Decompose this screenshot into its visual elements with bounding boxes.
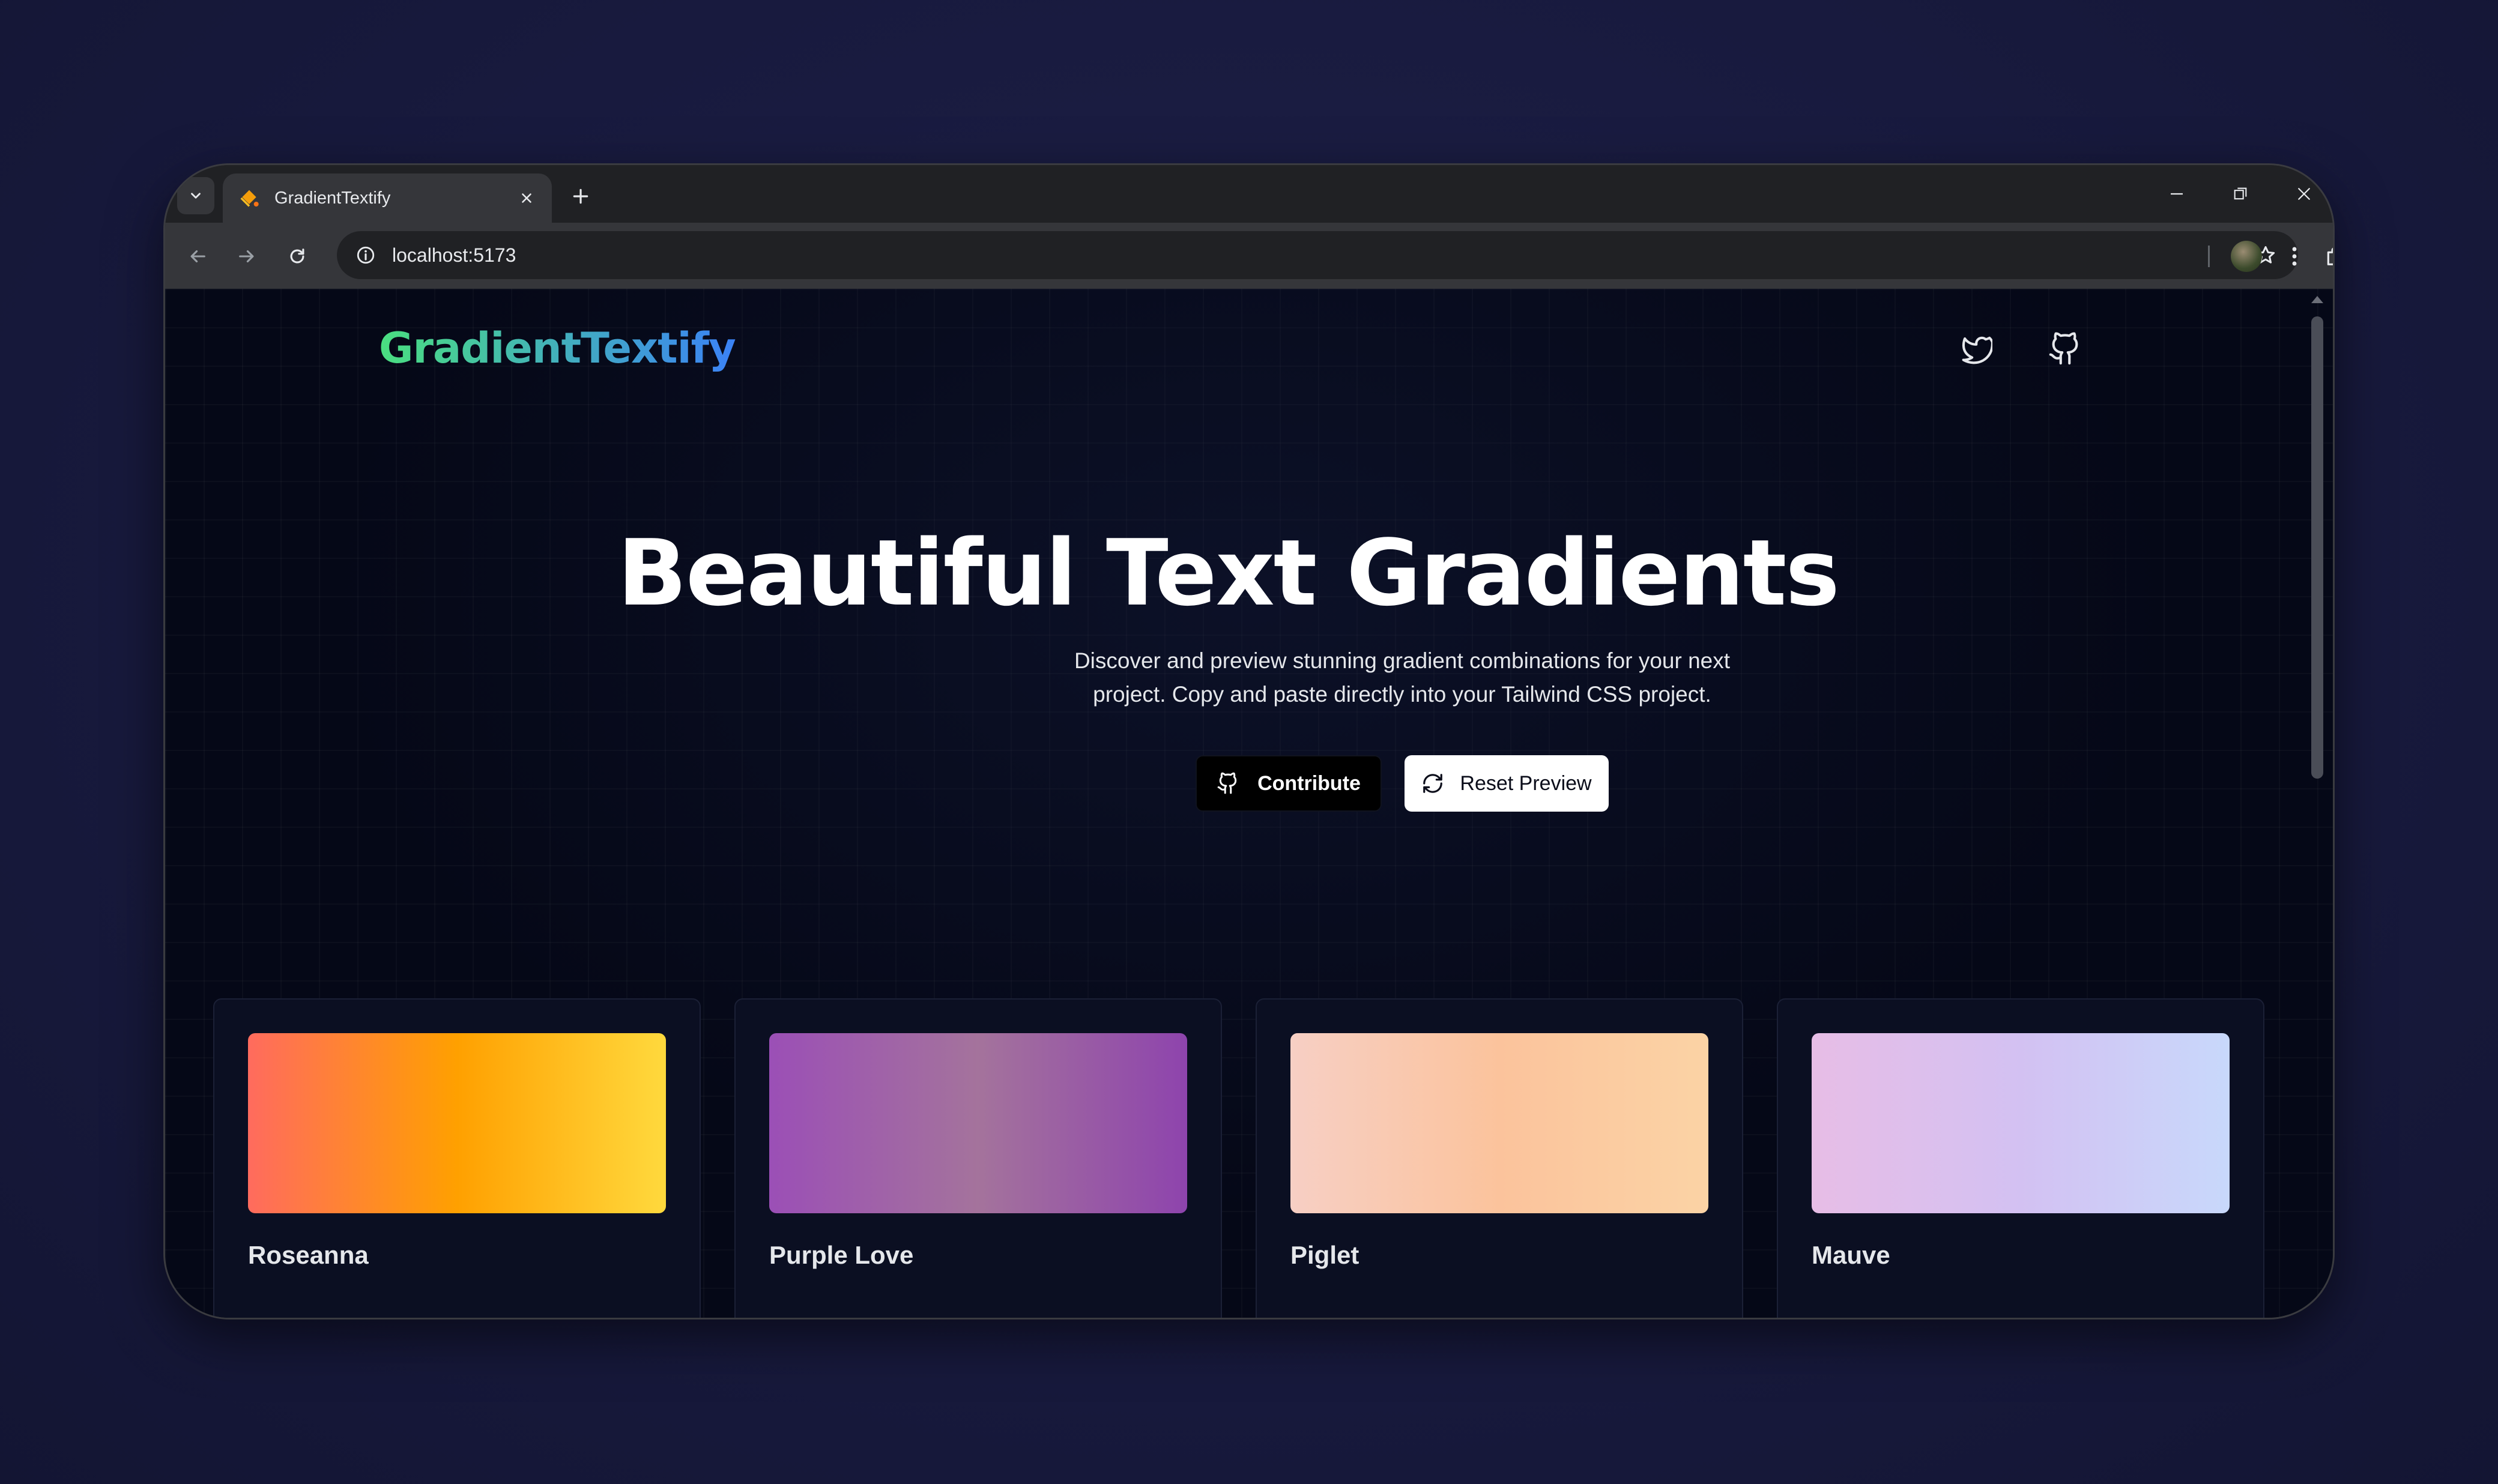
minimize-icon: [2171, 193, 2183, 195]
page-viewport: GradientTextify Beautiful Text Gradients…: [165, 289, 2333, 1318]
reload-button[interactable]: [278, 237, 316, 276]
gradient-name: Roseanna: [248, 1241, 369, 1269]
close-icon: [2298, 188, 2310, 200]
tab-title: GradientTextify: [274, 188, 391, 208]
contribute-button[interactable]: Contribute: [1196, 755, 1382, 812]
new-tab-button[interactable]: [564, 179, 597, 213]
hero-subtitle-line: project. Copy and paste directly into yo…: [1093, 682, 1711, 707]
twitter-icon: [1962, 336, 1992, 364]
hero-title: Beautiful Text Gradients: [617, 520, 1840, 626]
browser-window: GradientTextify localhost:5173 GradientT…: [163, 163, 2335, 1320]
reload-icon: [290, 249, 304, 264]
github-icon: [1217, 772, 1239, 795]
paint-bucket-icon: [237, 186, 261, 210]
reset-preview-label: Reset Preview: [1460, 771, 1592, 795]
tab-search-icon[interactable]: [177, 177, 214, 214]
page-scrollbar[interactable]: [2308, 292, 2326, 1318]
forward-icon: [239, 250, 254, 263]
gradient-card[interactable]: Purple Love: [734, 998, 1222, 1318]
gradient-swatch[interactable]: [1812, 1033, 2230, 1213]
close-window-button[interactable]: [2274, 176, 2333, 212]
url-text: localhost:5173: [392, 244, 516, 266]
address-bar[interactable]: localhost:5173: [337, 231, 2298, 279]
hero-subtitle: Discover and preview stunning gradient c…: [1048, 644, 1756, 711]
site-logo[interactable]: GradientTextify: [379, 324, 736, 373]
avatar[interactable]: [2231, 241, 2262, 272]
github-link[interactable]: [2043, 327, 2087, 370]
twitter-link[interactable]: [1953, 327, 1997, 370]
gradient-swatch[interactable]: [1290, 1033, 1708, 1213]
tab-gradienttextify[interactable]: GradientTextify: [223, 173, 552, 223]
kebab-menu-icon[interactable]: [2279, 237, 2310, 276]
scroll-up-arrow[interactable]: [2311, 296, 2323, 303]
gradient-card[interactable]: Mauve: [1777, 998, 2264, 1318]
reset-preview-button[interactable]: Reset Preview: [1405, 755, 1609, 812]
extensions-icon[interactable]: [2316, 237, 2333, 276]
scroll-thumb[interactable]: [2311, 316, 2323, 779]
info-icon[interactable]: [352, 242, 379, 268]
gradient-card[interactable]: Piglet: [1256, 998, 1743, 1318]
gradient-name: Purple Love: [769, 1241, 914, 1269]
github-icon: [2049, 332, 2078, 365]
back-button[interactable]: [178, 237, 217, 276]
minimize-button[interactable]: [2147, 176, 2207, 212]
contribute-label: Contribute: [1257, 771, 1361, 795]
gradient-swatch[interactable]: [248, 1033, 666, 1213]
gradient-name: Piglet: [1290, 1241, 1359, 1269]
tab-strip: GradientTextify: [165, 165, 2333, 223]
gradient-card[interactable]: Roseanna: [213, 998, 701, 1318]
restore-icon: [2234, 187, 2247, 200]
toolbar-divider: [2208, 246, 2210, 267]
gradient-name: Mauve: [1812, 1241, 1890, 1269]
close-icon[interactable]: [516, 187, 537, 209]
gradient-swatch[interactable]: [769, 1033, 1187, 1213]
hero-subtitle-line: Discover and preview stunning gradient c…: [1074, 648, 1731, 673]
browser-toolbar: localhost:5173: [165, 223, 2333, 289]
plus-icon: [573, 189, 588, 204]
refresh-icon: [1421, 772, 1444, 795]
forward-button[interactable]: [228, 237, 266, 276]
restore-button[interactable]: [2210, 176, 2270, 212]
back-icon: [190, 250, 205, 263]
